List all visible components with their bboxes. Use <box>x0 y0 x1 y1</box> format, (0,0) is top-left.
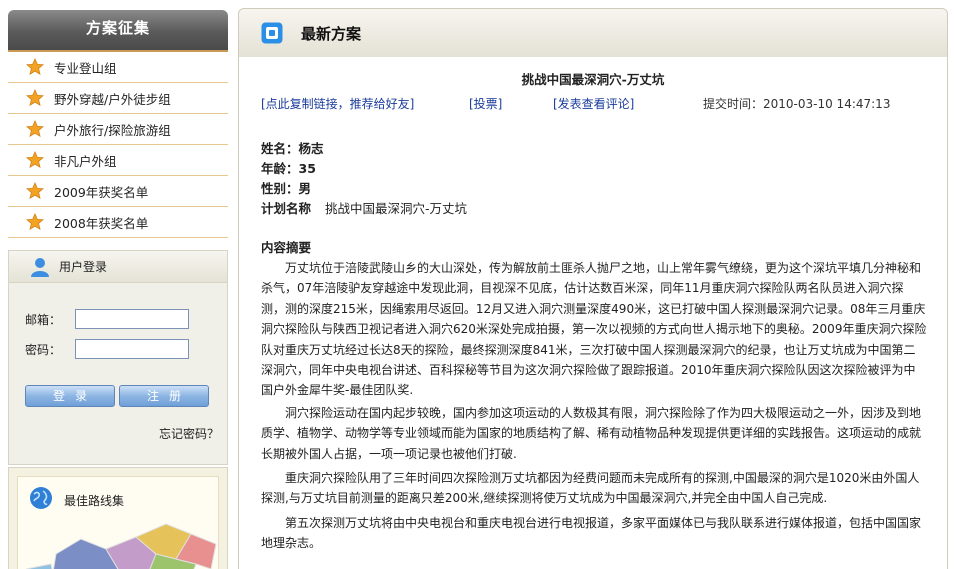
comment-link[interactable]: [发表查看评论] <box>553 95 634 112</box>
login-header: 用户登录 <box>9 251 227 283</box>
page-title: 最新方案 <box>301 24 362 43</box>
category-list: 专业登山组 野外穿越/户外徒步组 户外旅行/探险旅游组 非凡户外组 2009年获… <box>8 52 228 238</box>
email-field[interactable] <box>75 309 189 329</box>
star-icon <box>26 89 44 106</box>
star-icon <box>26 120 44 137</box>
china-map-image <box>26 523 217 569</box>
sidebar-item-label: 专业登山组 <box>54 60 117 76</box>
login-panel: 用户登录 邮箱： 密码： 登录 注册 忘记密码？ <box>8 250 228 465</box>
sidebar-item-extraordinary[interactable]: 非凡户外组 <box>8 145 228 176</box>
forgot-password-link[interactable]: 忘记密码？ <box>159 425 219 442</box>
register-button[interactable]: 注册 <box>119 385 209 407</box>
sidebar-item-label: 非凡户外组 <box>54 153 117 169</box>
routes-map[interactable]: 最佳路线集 <box>17 476 219 569</box>
routes-title: 最佳路线集 <box>64 494 125 508</box>
name-value: 杨志 <box>298 141 324 156</box>
login-button[interactable]: 登录 <box>25 385 115 407</box>
star-icon <box>26 182 44 199</box>
email-row: 邮箱： <box>25 309 189 329</box>
summary-title: 内容摘要 <box>261 240 312 255</box>
article-title: 挑战中国最深洞穴-万丈坑 <box>521 72 665 87</box>
gender-value: 男 <box>298 181 312 196</box>
sidebar-item-travel[interactable]: 户外旅行/探险旅游组 <box>8 114 228 145</box>
user-icon <box>31 257 49 277</box>
plan-value: 挑战中国最深洞穴-万丈坑 <box>325 201 468 216</box>
submit-time: 提交时间：2010-03-10 14:47:13 <box>703 97 891 111</box>
paragraph: 第五次探测万丈坑将由中央电视台和重庆电视台进行电视报道，多家平面媒体已与我队联系… <box>261 515 922 551</box>
plan-label: 计划名称 <box>261 201 312 216</box>
sidebar-item-label: 野外穿越/户外徒步组 <box>54 91 171 107</box>
password-row: 密码： <box>25 339 189 359</box>
gender-label: 性别： <box>261 181 299 196</box>
main-panel: 最新方案 挑战中国最深洞穴-万丈坑 [点此复制链接，推荐给好友] [投票] [发… <box>238 8 948 569</box>
vote-link[interactable]: [投票] <box>469 95 502 112</box>
sidebar-item-label: 2008年获奖名单 <box>54 215 149 231</box>
star-icon <box>26 213 44 230</box>
globe-icon <box>30 487 52 509</box>
author-info: 姓名：杨志 年龄：35 性别：男 计划名称 挑战中国最深洞穴-万丈坑 <box>261 139 467 219</box>
login-title: 用户登录 <box>59 260 108 274</box>
copy-link[interactable]: [点此复制链接，推荐给好友] <box>261 95 414 112</box>
sidebar-item-2008-winners[interactable]: 2008年获奖名单 <box>8 207 228 238</box>
name-label: 姓名： <box>261 141 299 156</box>
sidebar-header: 方案征集 <box>8 10 228 52</box>
left-column: 方案征集 专业登山组 野外穿越/户外徒步组 户外旅行/探险旅游组 非凡户外组 2… <box>8 10 228 569</box>
password-field[interactable] <box>75 339 189 359</box>
password-label: 密码： <box>25 342 62 357</box>
star-icon <box>26 151 44 168</box>
paragraph: 洞穴探险运动在国内起步较晚，国内参加这项运动的人数极其有限，洞穴探险除了作为四大… <box>261 405 922 461</box>
email-label: 邮箱： <box>25 312 62 327</box>
age-value: 35 <box>298 161 316 176</box>
main-header: 最新方案 <box>239 9 947 57</box>
sidebar-item-label: 户外旅行/探险旅游组 <box>54 122 171 138</box>
paragraph: 万丈坑位于涪陵武陵山乡的大山深处，传为解放前土匪杀人抛尸之地，山上常年雾气缭绕，… <box>261 261 927 398</box>
square-icon <box>261 22 283 44</box>
sidebar-item-2009-winners[interactable]: 2009年获奖名单 <box>8 176 228 207</box>
article-body: 万丈坑位于涪陵武陵山乡的大山深处，传为解放前土匪杀人抛尸之地，山上常年雾气缭绕，… <box>261 258 927 554</box>
sidebar-item-mountaineering[interactable]: 专业登山组 <box>8 52 228 83</box>
star-icon <box>26 58 44 75</box>
sidebar-item-label: 2009年获奖名单 <box>54 184 149 200</box>
routes-panel: 最佳路线集 <box>8 467 228 569</box>
age-label: 年龄： <box>261 161 299 176</box>
sidebar-item-hiking[interactable]: 野外穿越/户外徒步组 <box>8 83 228 114</box>
paragraph: 重庆洞穴探险队用了三年时间四次探险测万丈坑都因为经费问题而未完成所有的探测,中国… <box>261 471 920 506</box>
